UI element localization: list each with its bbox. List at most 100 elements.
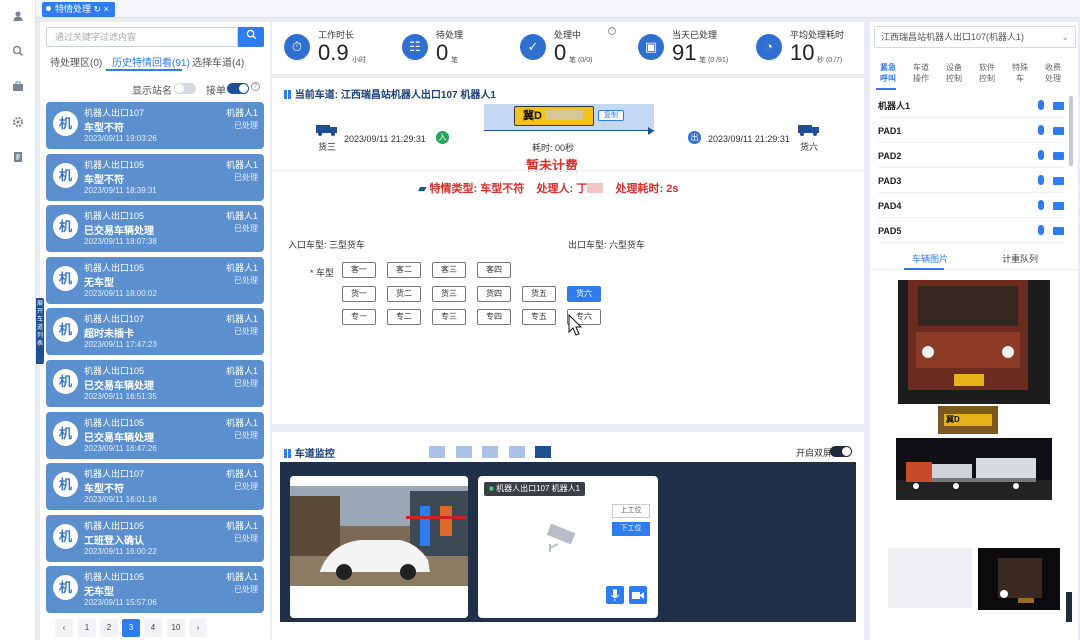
video-camera-icon[interactable] <box>1053 227 1064 235</box>
tab-special-handling[interactable]: 特情处理 ↻ × <box>42 2 115 17</box>
vehicle-side-image[interactable] <box>896 438 1052 500</box>
video-camera-icon[interactable] <box>1053 127 1064 135</box>
event-card[interactable]: 机机器人出口107 车型不符 2023/09/11 16:01:16 机器人1 已处理 <box>46 463 264 511</box>
up-position-button[interactable]: 上工位 <box>612 504 650 518</box>
card-status: 已处理 <box>234 275 258 285</box>
tab-vehicle-images[interactable]: 车辆图片 <box>912 252 948 265</box>
copy-button[interactable]: 复制 <box>598 110 624 121</box>
control-tab-line2: 车 <box>1016 74 1024 83</box>
search-icon[interactable] <box>11 45 25 59</box>
vehicle-type-button[interactable]: 货四 <box>477 286 511 302</box>
document-icon[interactable] <box>11 151 25 165</box>
expand-lane-list-handle[interactable]: 展开车道列表 <box>36 298 44 364</box>
vehicle-type-button[interactable]: 货五 <box>522 286 556 302</box>
event-card[interactable]: 机机器人出口107 超时未插卡 2023/09/11 17:47:23 机器人1 已处理 <box>46 308 264 356</box>
video-camera-icon[interactable] <box>1053 152 1064 160</box>
vehicle-night-image[interactable] <box>978 548 1060 610</box>
briefcase-icon[interactable] <box>11 80 25 94</box>
tab-history[interactable]: 历史特情回看(91) <box>112 54 190 69</box>
help-icon[interactable]: ? <box>251 82 260 91</box>
lane-select[interactable]: 江西瑞昌站机器人出口107(机器人1) ⌄ <box>874 26 1076 48</box>
page-1[interactable]: 1 <box>78 619 96 637</box>
tab-pending[interactable]: 待处理区(0) <box>50 54 102 69</box>
camera-feed-2[interactable]: ■ 机器人出口107 机器人1 上工位 下工位 <box>478 476 658 618</box>
vehicle-type-button[interactable]: 专三 <box>432 309 466 325</box>
tab-weighing-queue[interactable]: 计重队列 <box>1002 252 1038 265</box>
vehicle-type-button[interactable]: 货一 <box>342 286 376 302</box>
dual-screen-toggle[interactable] <box>830 446 852 457</box>
user-icon[interactable] <box>11 10 25 24</box>
vehicle-type-button[interactable]: 专五 <box>522 309 556 325</box>
settings-icon[interactable] <box>11 116 25 130</box>
layout-9-button[interactable] <box>534 445 552 459</box>
event-card[interactable]: 机机器人出口105 已交易车辆处理 2023/09/11 16:47:26 机器人1 已… <box>46 411 264 459</box>
device-name: PAD3 <box>878 176 902 186</box>
event-card[interactable]: 机机器人出口105 无车型 2023/09/11 15:57:06 机器人1 已处理 <box>46 566 264 614</box>
accept-toggle[interactable] <box>227 83 249 94</box>
vehicle-type-button[interactable]: 专二 <box>387 309 421 325</box>
vehicle-type-button[interactable]: 客二 <box>387 262 421 278</box>
handler: 丁 <box>576 183 588 195</box>
show-station-toggle[interactable] <box>174 83 196 94</box>
vehicle-type-button[interactable]: 客三 <box>432 262 466 278</box>
vehicle-front-image[interactable] <box>898 280 1050 404</box>
camera-feed-1[interactable] <box>290 476 468 618</box>
image-scrollbar[interactable] <box>1066 592 1072 622</box>
entry-badge: 入 <box>436 131 449 144</box>
microphone-icon[interactable] <box>1038 175 1044 185</box>
refresh-icon[interactable]: ↻ <box>94 4 102 14</box>
page-next[interactable]: › <box>189 619 207 637</box>
camera-offline-icon <box>544 522 584 559</box>
microphone-icon[interactable] <box>1038 125 1044 135</box>
page-10[interactable]: 10 <box>167 619 185 637</box>
control-tab[interactable]: 收费 处理 <box>1039 62 1067 84</box>
page-prev[interactable]: ‹ <box>55 619 73 637</box>
close-icon[interactable]: × <box>104 4 109 14</box>
vehicle-type-button[interactable]: 货二 <box>387 286 421 302</box>
search-button[interactable] <box>238 27 264 47</box>
event-card[interactable]: 机机器人出口107 车型不符 2023/09/11 19:03:26 机器人1 已处理 <box>46 102 264 149</box>
event-card[interactable]: 机机器人出口105 已交易车辆处理 2023/09/11 18:07:38 机器人1 已… <box>46 205 264 253</box>
microphone-icon[interactable] <box>1038 100 1044 110</box>
microphone-button[interactable] <box>606 586 624 604</box>
control-tab[interactable]: 车道 操作 <box>907 62 935 84</box>
video-button[interactable] <box>629 586 647 604</box>
vehicle-type-button[interactable]: 客一 <box>342 262 376 278</box>
vehicle-type-button[interactable]: 客四 <box>477 262 511 278</box>
device-scrollbar[interactable] <box>1069 96 1073 166</box>
microphone-icon[interactable] <box>1038 225 1044 235</box>
card-status: 已处理 <box>234 224 258 234</box>
layout-1-button[interactable] <box>428 445 446 459</box>
event-card[interactable]: 机机器人出口105 已交易车辆处理 2023/09/11 16:51:35 机器人1 已… <box>46 360 264 407</box>
control-tab[interactable]: 设备 控制 <box>940 62 968 84</box>
page-3[interactable]: 3 <box>122 619 140 637</box>
card-status: 已处理 <box>234 379 258 388</box>
event-card[interactable]: 机机器人出口105 工班登入确认 2023/09/11 16:00:22 机器人1 已处… <box>46 514 264 562</box>
page-4[interactable]: 4 <box>144 619 162 637</box>
vehicle-type-button[interactable]: 货三 <box>432 286 466 302</box>
plate-crop-image[interactable]: 冀D <box>938 406 998 434</box>
video-camera-icon[interactable] <box>1053 202 1064 210</box>
vehicle-type-button[interactable]: 专一 <box>342 309 376 325</box>
video-camera-icon[interactable] <box>1053 102 1064 110</box>
control-tab[interactable]: 紧急 呼叫 <box>874 62 902 84</box>
page-2[interactable]: 2 <box>100 619 118 637</box>
event-card[interactable]: 机机器人出口105 车型不符 2023/09/11 18:39:31 机器人1 已处理 <box>46 153 264 201</box>
vehicle-type-button[interactable]: 货六 <box>567 286 601 302</box>
layout-4-button[interactable] <box>481 445 499 459</box>
duration: 2s <box>666 183 679 195</box>
control-tab[interactable]: 特殊车 <box>1006 62 1034 84</box>
tab-select-lane[interactable]: 选择车道(4) <box>192 54 244 69</box>
microphone-icon[interactable] <box>1038 200 1044 210</box>
event-card[interactable]: 机机器人出口105 无车型 2023/09/11 18:00:02 机器人1 已处理 <box>46 256 264 304</box>
control-tab[interactable]: 软件 控制 <box>973 62 1001 84</box>
microphone-icon[interactable] <box>1038 150 1044 160</box>
video-camera-icon[interactable] <box>1053 177 1064 185</box>
layout-6-button[interactable] <box>508 445 526 459</box>
control-tab-line1: 车道 <box>913 63 929 72</box>
search-input[interactable]: 通过关键字过滤内容 <box>46 27 238 47</box>
down-position-button[interactable]: 下工位 <box>612 522 650 536</box>
vehicle-type-button[interactable]: 专四 <box>477 309 511 325</box>
layout-2-button[interactable] <box>455 445 473 459</box>
help-icon[interactable]: ? <box>608 27 616 35</box>
